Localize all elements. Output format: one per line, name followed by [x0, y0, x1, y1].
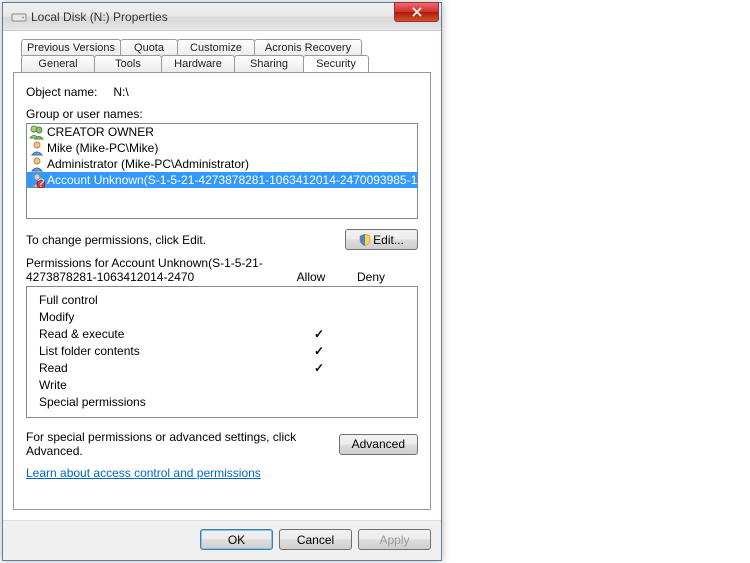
dialog-footer: OK Cancel Apply [3, 520, 441, 560]
tab-hardware[interactable]: Hardware [161, 55, 235, 72]
permissions-list: Full controlModifyRead & execute✓List fo… [26, 286, 418, 418]
group-user-list[interactable]: CREATOR OWNER Mike (Mike-PC\Mike) Administ… [26, 123, 418, 219]
user-name: CREATOR OWNER [47, 125, 154, 139]
permission-row: Read✓ [35, 359, 409, 376]
object-name-value: N:\ [113, 85, 128, 99]
advanced-button[interactable]: Advanced [339, 434, 418, 455]
cancel-button[interactable]: Cancel [279, 529, 352, 550]
permission-row: Full control [35, 291, 409, 308]
allow-col-header: Allow [281, 270, 341, 284]
user-row[interactable]: Administrator (Mike-PC\Administrator) [27, 156, 417, 172]
group-icon [29, 124, 45, 140]
permission-name: Read & execute [35, 327, 289, 341]
permission-name: Full control [35, 293, 289, 307]
permission-row: Read & execute✓ [35, 325, 409, 342]
tab-row-front: GeneralToolsHardwareSharingSecurity [21, 55, 431, 72]
edit-hint: To change permissions, click Edit. [26, 233, 345, 247]
permissions-for-label: Permissions for Account Unknown(S-1-5-21… [26, 256, 281, 284]
tab-quota[interactable]: Quota [120, 39, 178, 56]
permission-name: List folder contents [35, 344, 289, 358]
group-users-label: Group or user names: [26, 107, 418, 121]
security-tab-panel: Object name: N:\ Group or user names: CR… [13, 72, 431, 510]
learn-link[interactable]: Learn about access control and permissio… [26, 466, 261, 480]
tab-security[interactable]: Security [303, 55, 369, 73]
deny-col-header: Deny [341, 270, 401, 284]
permission-name: Read [35, 361, 289, 375]
advanced-hint: For special permissions or advanced sett… [26, 430, 339, 458]
permission-row: Modify [35, 308, 409, 325]
object-name-row: Object name: N:\ [26, 85, 418, 99]
tab-general[interactable]: General [21, 55, 95, 72]
apply-button[interactable]: Apply [358, 529, 431, 550]
user-name: Administrator (Mike-PC\Administrator) [47, 157, 249, 171]
permission-name: Modify [35, 310, 289, 324]
tab-control: Previous VersionsQuotaCustomizeAcronis R… [13, 39, 431, 510]
close-button[interactable] [394, 2, 439, 22]
user-icon [29, 140, 45, 156]
allow-check: ✓ [289, 327, 349, 341]
permission-name: Special permissions [35, 395, 289, 409]
tab-customize[interactable]: Customize [177, 39, 255, 56]
tab-sharing[interactable]: Sharing [234, 55, 304, 72]
user-row[interactable]: CREATOR OWNER [27, 124, 417, 140]
dialog-content: Previous VersionsQuotaCustomizeAcronis R… [3, 31, 441, 520]
unknown-user-icon: ? [29, 172, 45, 188]
svg-text:?: ? [38, 176, 45, 188]
drive-icon [11, 9, 27, 25]
tab-tools[interactable]: Tools [94, 55, 162, 72]
permission-row: Write [35, 376, 409, 393]
permission-row: Special permissions [35, 393, 409, 410]
tab-acronis-recovery[interactable]: Acronis Recovery [254, 39, 362, 56]
allow-check: ✓ [289, 344, 349, 358]
user-name: Mike (Mike-PC\Mike) [47, 141, 158, 155]
edit-button[interactable]: Edit... [345, 229, 418, 250]
shield-icon [359, 234, 371, 246]
allow-check: ✓ [289, 361, 349, 375]
user-name: Account Unknown(S-1-5-21-4273878281-1063… [47, 173, 418, 187]
tab-previous-versions[interactable]: Previous Versions [21, 39, 121, 56]
user-row[interactable]: Mike (Mike-PC\Mike) [27, 140, 417, 156]
permission-row: List folder contents✓ [35, 342, 409, 359]
object-name-label: Object name: [26, 85, 97, 99]
ok-button[interactable]: OK [200, 529, 273, 550]
permission-name: Write [35, 378, 289, 392]
properties-dialog: Local Disk (N:) Properties Previous Vers… [2, 2, 442, 561]
user-icon [29, 156, 45, 172]
window-title: Local Disk (N:) Properties [31, 10, 441, 24]
tab-row-back: Previous VersionsQuotaCustomizeAcronis R… [21, 39, 431, 56]
title-bar[interactable]: Local Disk (N:) Properties [3, 3, 441, 31]
user-row[interactable]: ?Account Unknown(S-1-5-21-4273878281-106… [27, 172, 417, 188]
